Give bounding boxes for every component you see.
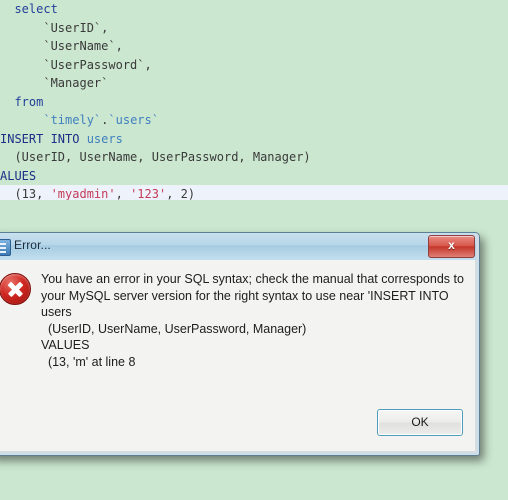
code-line[interactable]: select: [0, 0, 508, 19]
sql-editor[interactable]: select `UserID`, `UserName`, `UserPasswo…: [0, 0, 508, 200]
screen: select `UserID`, `UserName`, `UserPasswo…: [0, 0, 508, 500]
error-message-line: users: [41, 305, 72, 319]
error-message-line: your MySQL server version for the right …: [41, 288, 449, 303]
dialog-body: You have an error in your SQL syntax; ch…: [0, 260, 476, 452]
code-token: `timely`: [0, 113, 102, 127]
code-token: ALUES: [0, 168, 37, 183]
code-token: (13,: [0, 187, 51, 200]
code-line[interactable]: ALUES: [0, 167, 508, 186]
error-circle-x-icon: [0, 273, 31, 305]
code-line[interactable]: `Manager`: [0, 74, 508, 93]
code-token: '123': [130, 187, 167, 200]
close-icon: x: [448, 238, 455, 252]
error-message: You have an error in your SQL syntax; ch…: [41, 271, 464, 370]
code-token: `users`: [108, 113, 159, 127]
error-message-line: (UserID, UserName, UserPassword, Manager…: [41, 321, 307, 336]
error-dialog: Error... x You have an error in your SQL…: [0, 232, 480, 456]
code-token: `UserPassword`,: [0, 57, 152, 72]
code-line[interactable]: `UserName`,: [0, 37, 508, 56]
code-line[interactable]: from: [0, 93, 508, 112]
window-icon: [0, 239, 11, 256]
code-line[interactable]: `UserPassword`,: [0, 56, 508, 75]
dialog-title: Error...: [14, 238, 51, 252]
code-token: 'myadmin': [50, 187, 116, 200]
code-token: `UserID`,: [0, 20, 109, 35]
code-token: `Manager`: [0, 76, 109, 90]
code-token: select: [0, 2, 58, 16]
code-line[interactable]: `UserID`,: [0, 19, 508, 38]
code-token: from: [0, 94, 44, 109]
close-button[interactable]: x: [428, 235, 475, 258]
code-token: (UserID, UserName, UserPassword, Manager…: [0, 150, 311, 164]
code-token: `UserName`,: [0, 39, 123, 53]
ok-button[interactable]: OK: [377, 409, 463, 436]
code-token: ,: [115, 187, 131, 200]
code-token: users: [86, 131, 123, 146]
code-line[interactable]: (13, 'myadmin', '123', 2): [0, 185, 508, 200]
code-line[interactable]: INSERT INTO users: [0, 130, 508, 149]
dialog-titlebar[interactable]: Error... x: [0, 233, 479, 261]
code-token: , 2): [166, 187, 196, 200]
code-line[interactable]: `timely`.`users`: [0, 111, 508, 130]
error-message-line: You have an error in your SQL syntax; ch…: [41, 272, 464, 286]
code-line[interactable]: (UserID, UserName, UserPassword, Manager…: [0, 148, 508, 167]
error-message-line: VALUES: [41, 338, 90, 352]
error-message-line: (13, 'm' at line 8: [41, 354, 136, 369]
code-token: INSERT INTO: [0, 131, 87, 146]
